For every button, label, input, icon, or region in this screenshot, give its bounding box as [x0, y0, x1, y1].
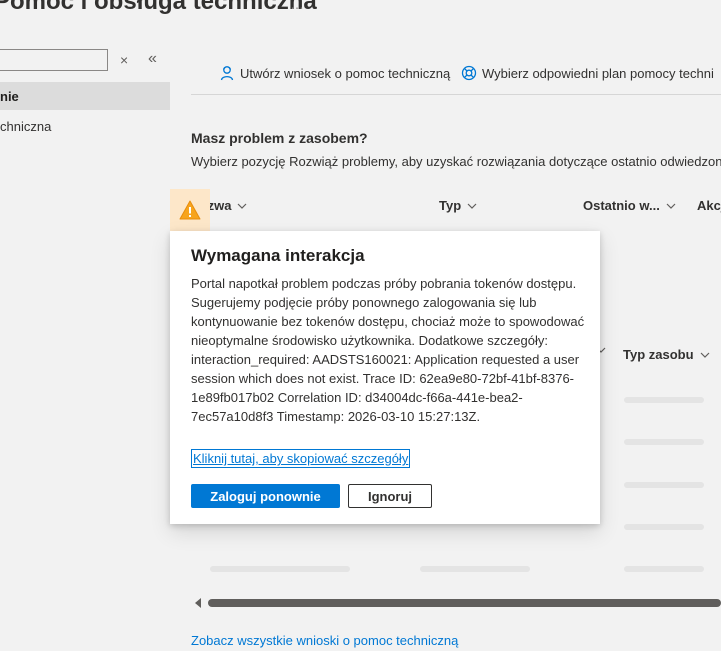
sidebar-item-overview[interactable]: nie [0, 82, 170, 110]
sidebar-search-input[interactable] [0, 49, 108, 71]
column-header-type[interactable]: Typ [439, 198, 477, 213]
person-support-icon [220, 66, 234, 81]
warning-triangle-icon [179, 200, 201, 220]
warning-badge [170, 189, 210, 231]
ignore-button[interactable]: Ignoruj [348, 484, 432, 508]
chevron-down-icon [666, 203, 676, 209]
column-header-label: Akcj [697, 198, 721, 213]
loading-placeholder [624, 439, 704, 445]
loading-placeholder [624, 524, 704, 530]
copy-details-link[interactable]: Kliknij tutaj, aby skopiować szczegóły [191, 449, 411, 468]
dialog-message: Portal napotkał problem podczas próby po… [191, 276, 585, 424]
column-header-label: Ostatnio w... [583, 198, 660, 213]
page-title-text: Pomoc i obsługa techniczna [0, 0, 317, 15]
chevron-down-icon [238, 203, 247, 209]
chevron-down-icon [700, 352, 709, 358]
column-header-label: Typ [439, 198, 462, 213]
section-description: Wybierz pozycję Rozwiąż problemy, aby uz… [191, 154, 721, 169]
create-support-request-label: Utwórz wniosek o pomoc techniczną [240, 65, 451, 81]
clear-icon[interactable]: × [120, 52, 128, 68]
column-header-resource-type[interactable]: Typ zasobu [623, 347, 710, 362]
loading-placeholder [624, 482, 704, 488]
scroll-left-icon[interactable] [195, 598, 201, 608]
loading-placeholder [624, 566, 704, 572]
collapse-sidebar-icon[interactable]: « [148, 50, 157, 68]
chevron-down-icon [467, 203, 477, 209]
sign-in-again-button[interactable]: Zaloguj ponownie [191, 484, 340, 508]
choose-support-plan-button[interactable]: Wybierz odpowiedni plan pomocy techni [461, 65, 714, 81]
horizontal-scrollbar[interactable] [208, 599, 721, 607]
choose-support-plan-label: Wybierz odpowiedni plan pomocy techni [482, 65, 714, 81]
column-header-last-visited[interactable]: Ostatnio w... [583, 198, 676, 213]
dialog-title: Wymagana interakcja [191, 246, 365, 265]
column-header-actions[interactable]: Akcj [697, 198, 721, 213]
loading-placeholder [624, 397, 704, 403]
all-support-requests-link[interactable]: Zobacz wszystkie wnioski o pomoc technic… [191, 633, 458, 648]
loading-placeholder [420, 566, 530, 572]
sidebar-item-label: chniczna [0, 119, 52, 134]
section-title: Masz problem z zasobem? [191, 130, 368, 146]
sidebar-item-support[interactable]: chniczna [0, 119, 51, 134]
column-header-label: Typ zasobu [623, 347, 694, 362]
support-plan-icon [461, 65, 477, 81]
title-more-icon[interactable]: … [290, 0, 304, 12]
sidebar-item-label: nie [0, 89, 19, 104]
interaction-required-dialog: Wymagana interakcja Portal napotkał prob… [170, 231, 600, 524]
loading-placeholder [210, 566, 350, 572]
create-support-request-button[interactable]: Utwórz wniosek o pomoc techniczną [219, 65, 450, 81]
page-title: Pomoc i obsługa techniczna [0, 0, 317, 16]
commandbar-divider [191, 94, 721, 95]
